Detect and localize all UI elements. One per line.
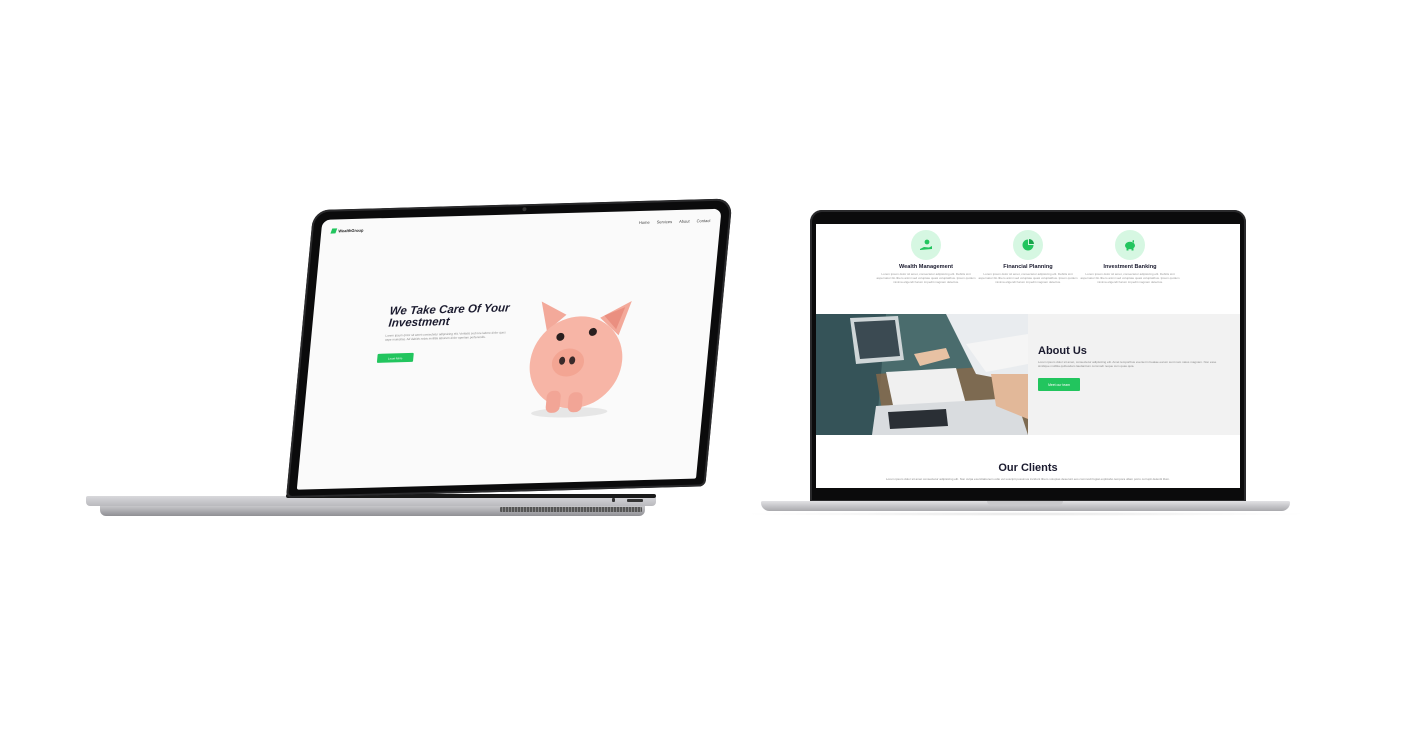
nav-item-home[interactable]: Home — [639, 219, 650, 224]
right-laptop-notch — [987, 501, 1063, 505]
hero-title: We Take Care Of Your Investment — [388, 302, 511, 330]
left-laptop-vent — [500, 507, 642, 512]
clients-title: Our Clients — [998, 462, 1058, 474]
service-text: Lorem ipsum dolor sit amet, consectetur … — [1080, 272, 1180, 284]
piggy-bank-icon — [1115, 230, 1145, 260]
service-title: Investment Banking — [1103, 264, 1157, 270]
brand-logo[interactable]: WealthGroup — [330, 227, 364, 234]
nav-item-services[interactable]: Services — [657, 219, 673, 224]
piggy-bank-image — [529, 300, 632, 418]
about-photo — [816, 314, 1028, 435]
logo-icon — [330, 227, 338, 234]
left-laptop-port — [612, 498, 615, 502]
pie-chart-icon — [1013, 230, 1043, 260]
about-title: About Us — [1038, 345, 1087, 357]
clients-text: Lorem ipsum dolor sit amet consectetur a… — [886, 477, 1170, 481]
nav-item-contact[interactable]: Contact — [696, 217, 710, 222]
right-website: Wealth Management Lorem ipsum dolor sit … — [816, 224, 1240, 488]
meet-team-button[interactable]: Meet our team — [1038, 378, 1080, 391]
left-website: WealthGroup Home Services About Contact … — [296, 208, 722, 490]
showcase-stage: WealthGroup Home Services About Contact … — [0, 0, 1408, 734]
camera-icon — [522, 207, 527, 212]
hand-coin-icon — [911, 230, 941, 260]
service-card-banking: Investment Banking Lorem ipsum dolor sit… — [1070, 230, 1190, 284]
left-laptop-port — [627, 499, 643, 502]
right-laptop-shadow — [740, 512, 1312, 516]
hero-text: Lorem ipsum dolor sit amet consectetur a… — [384, 330, 506, 342]
nav-menu: Home Services About Contact — [639, 217, 711, 224]
about-text: Lorem ipsum dolor sit amet, consectetur … — [1038, 360, 1217, 368]
learn-more-button[interactable]: Learn More — [376, 352, 414, 363]
about-section: About Us Lorem ipsum dolor sit amet, con… — [1028, 314, 1240, 435]
nav-item-about[interactable]: About — [679, 218, 690, 223]
left-laptop-screen: WealthGroup Home Services About Contact … — [286, 198, 733, 498]
brand-name: WealthGroup — [338, 227, 364, 233]
